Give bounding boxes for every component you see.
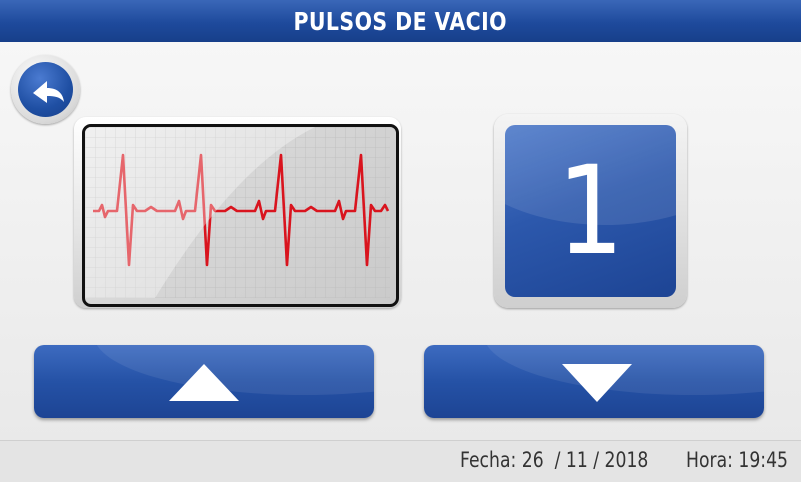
- back-button[interactable]: [11, 55, 80, 124]
- triangle-down-icon: [562, 364, 632, 402]
- back-arrow-icon: [33, 81, 64, 103]
- heartbeat-monitor-icon: [85, 127, 390, 298]
- counter-display: 1: [494, 114, 687, 308]
- page-title: PULSOS DE VACIO: [293, 6, 508, 36]
- date-label: Fecha: 26 / 11 / 2018: [460, 448, 649, 472]
- pulse-monitor: [74, 117, 401, 308]
- status-bar: Fecha: 26 / 11 / 2018 Hora: 19:45: [0, 440, 801, 482]
- monitor-screen: [82, 124, 399, 307]
- title-bar: PULSOS DE VACIO: [0, 0, 801, 42]
- time-label: Hora: 19:45: [686, 448, 789, 472]
- decrease-button[interactable]: [424, 345, 764, 418]
- triangle-up-icon: [169, 364, 239, 401]
- increase-button[interactable]: [34, 345, 374, 418]
- pulse-count-value: 1: [557, 140, 624, 282]
